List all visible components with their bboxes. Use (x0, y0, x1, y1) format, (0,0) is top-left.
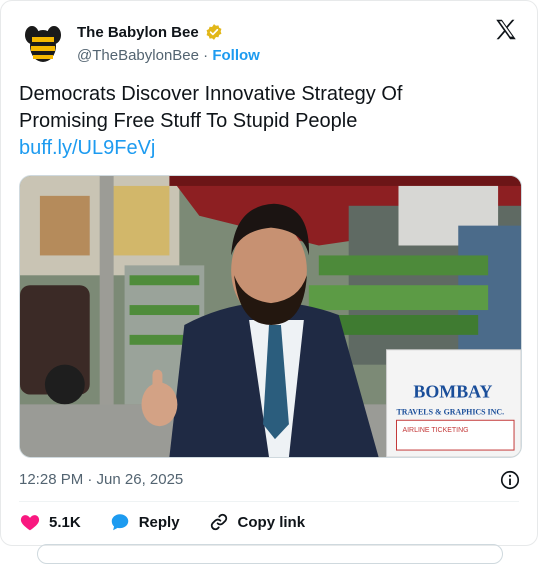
babylon-bee-logo-icon[interactable] (19, 19, 67, 67)
x-logo-icon[interactable] (493, 17, 519, 43)
read-replies-button[interactable] (37, 544, 503, 564)
tweet-video-thumbnail[interactable]: BOMBAY TRAVELS & GRAPHICS INC. AIRLINE T… (19, 175, 522, 458)
sign-detail: AIRLINE TICKETING (402, 427, 468, 434)
sign-subtitle: TRAVELS & GRAPHICS INC. (396, 407, 504, 416)
tweet-card: The Babylon Bee @TheBabylonBee · Follow … (0, 0, 538, 564)
account-name[interactable]: The Babylon Bee (77, 24, 199, 41)
tweet-link[interactable]: buff.ly/UL9FeVj (19, 135, 509, 162)
tweet-header: The Babylon Bee @TheBabylonBee · Follow (19, 15, 523, 71)
copy-link-button[interactable]: Copy link (208, 511, 306, 533)
copy-link-label: Copy link (237, 513, 306, 531)
account-handle[interactable]: @TheBabylonBee (77, 47, 199, 64)
tweet-timestamp[interactable]: 12:28 PM · Jun 26, 2025 (19, 471, 183, 488)
info-icon[interactable] (499, 469, 521, 491)
action-bar: 5.1K Reply Copy link (19, 511, 333, 533)
heart-icon (20, 515, 40, 531)
follow-button[interactable]: Follow (212, 47, 260, 64)
separator-dot: · (203, 47, 209, 64)
tweet-text-line: Promising Free Stuff To Stupid People (19, 110, 358, 132)
tweet-text: Democrats Discover Innovative Strategy O… (19, 81, 509, 162)
handle-row: @TheBabylonBee · Follow (77, 47, 260, 64)
like-button[interactable]: 5.1K (19, 511, 81, 533)
divider (19, 501, 519, 502)
like-count: 5.1K (49, 513, 81, 531)
verified-badge-icon (206, 24, 222, 40)
sign-title: BOMBAY (413, 381, 492, 401)
link-icon (210, 513, 227, 531)
reply-bubble-icon (111, 514, 128, 531)
tweet-text-line: Democrats Discover Innovative Strategy O… (19, 83, 403, 105)
reply-button[interactable]: Reply (109, 511, 180, 533)
reply-label: Reply (138, 513, 180, 531)
